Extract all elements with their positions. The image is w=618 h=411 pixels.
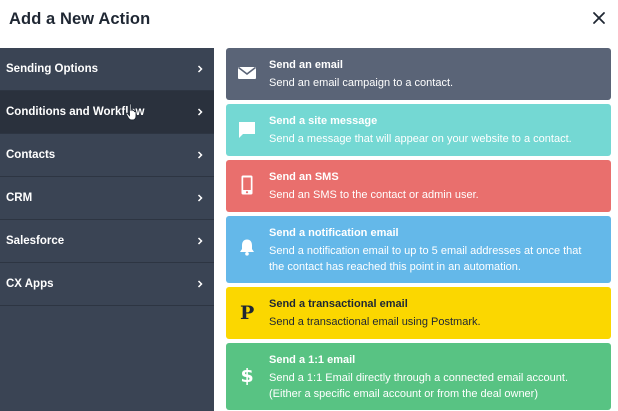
action-title: Send a site message <box>269 115 378 127</box>
action-title: Send a 1:1 email <box>269 354 356 366</box>
action-title: Send an email <box>269 59 343 71</box>
action-send-notification-email[interactable]: Send a notification email Send a notific… <box>226 216 611 283</box>
sidebar-item-label: CRM <box>6 192 33 204</box>
chevron-right-icon <box>197 65 203 73</box>
chevron-right-icon <box>197 280 203 288</box>
action-category-sidebar: Sending Options Conditions and Workflow … <box>0 48 214 411</box>
sidebar-item-cx-apps[interactable]: CX Apps <box>0 263 214 306</box>
action-title: Send an SMS <box>269 171 339 183</box>
dialog-title: Add a New Action <box>9 10 151 28</box>
phone-icon <box>237 175 257 195</box>
action-description: Send a transactional email using Postmar… <box>269 316 481 328</box>
svg-text:P: P <box>240 303 254 321</box>
action-description: Send an SMS to the contact or admin user… <box>269 189 479 201</box>
action-list: Send an email Send an email campaign to … <box>226 48 611 411</box>
action-send-transactional-email[interactable]: P Send a transactional email Send a tran… <box>226 287 611 339</box>
dialog-header: Add a New Action <box>0 0 618 40</box>
action-send-sms[interactable]: Send an SMS Send an SMS to the contact o… <box>226 160 611 212</box>
sidebar-item-label: Salesforce <box>6 235 65 247</box>
sidebar-item-conditions-workflow[interactable]: Conditions and Workflow <box>0 91 214 134</box>
action-title: Send a notification email <box>269 227 399 239</box>
action-description: Send a 1:1 Email directly through a conn… <box>269 372 569 400</box>
action-description: Send a notification email to up to 5 ema… <box>269 245 582 273</box>
envelope-icon <box>237 63 257 83</box>
add-action-dialog: Add a New Action Sending Options Conditi… <box>0 0 618 411</box>
dollar-icon: $ <box>237 365 257 385</box>
action-send-email[interactable]: Send an email Send an email campaign to … <box>226 48 611 100</box>
bell-icon <box>237 237 257 257</box>
action-description: Send a message that will appear on your … <box>269 133 572 145</box>
chevron-right-icon <box>197 151 203 159</box>
action-title: Send a transactional email <box>269 298 408 310</box>
action-description: Send an email campaign to a contact. <box>269 77 454 89</box>
postmark-p-icon: P <box>237 302 257 322</box>
action-send-site-message[interactable]: Send a site message Send a message that … <box>226 104 611 156</box>
chevron-right-icon <box>197 108 203 116</box>
sidebar-item-crm[interactable]: CRM <box>0 177 214 220</box>
chat-bubble-icon <box>237 120 257 140</box>
chevron-right-icon <box>197 237 203 245</box>
svg-text:$: $ <box>241 365 254 385</box>
sidebar-item-label: CX Apps <box>6 278 54 290</box>
sidebar-item-label: Sending Options <box>6 63 98 75</box>
close-icon[interactable] <box>592 11 606 25</box>
sidebar-item-sending-options[interactable]: Sending Options <box>0 48 214 91</box>
sidebar-item-label: Conditions and Workflow <box>6 106 145 118</box>
chevron-right-icon <box>197 194 203 202</box>
action-send-one-to-one-email[interactable]: $ Send a 1:1 email Send a 1:1 Email dire… <box>226 343 611 410</box>
sidebar-item-salesforce[interactable]: Salesforce <box>0 220 214 263</box>
sidebar-item-label: Contacts <box>6 149 56 161</box>
sidebar-item-contacts[interactable]: Contacts <box>0 134 214 177</box>
